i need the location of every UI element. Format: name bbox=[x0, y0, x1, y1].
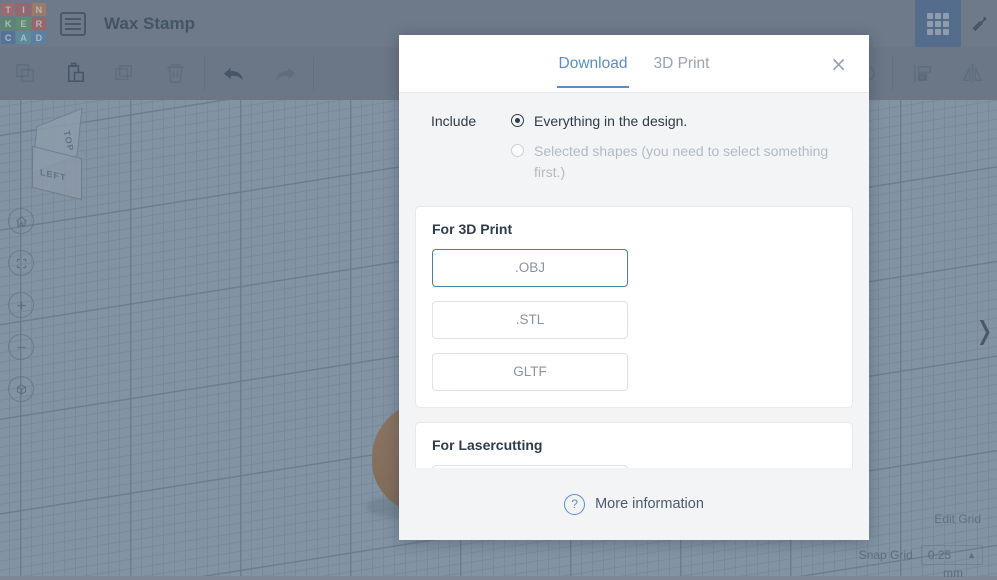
tab-download[interactable]: Download bbox=[557, 39, 630, 88]
radio-label: Selected shapes (you need to select some… bbox=[534, 141, 853, 182]
modal-tab-bar: Download 3D Print × bbox=[399, 35, 869, 93]
download-gltf-button[interactable]: GLTF bbox=[432, 353, 628, 391]
section-title: For 3D Print bbox=[432, 221, 836, 237]
close-icon[interactable]: × bbox=[830, 54, 847, 74]
radio-everything-in-design[interactable]: Everything in the design. bbox=[511, 111, 853, 131]
download-stl-button[interactable]: .STL bbox=[432, 301, 628, 339]
radio-dot-icon bbox=[511, 114, 524, 127]
radio-selected-shapes: Selected shapes (you need to select some… bbox=[511, 141, 853, 182]
download-obj-button[interactable]: .OBJ bbox=[432, 249, 628, 287]
question-circle-icon: ? bbox=[564, 494, 585, 515]
radio-dot-icon bbox=[511, 144, 524, 157]
section-title: For Lasercutting bbox=[432, 437, 836, 453]
modal-footer: ? More information bbox=[399, 468, 869, 540]
include-section: Include Everything in the design. Select… bbox=[415, 111, 853, 192]
include-radio-group: Everything in the design. Selected shape… bbox=[507, 111, 853, 192]
include-label: Include bbox=[431, 111, 507, 192]
section-for-lasercutting: For Lasercutting .SVG bbox=[415, 422, 853, 468]
tab-3d-print[interactable]: 3D Print bbox=[651, 39, 711, 88]
radio-label: Everything in the design. bbox=[534, 111, 687, 131]
modal-body: Include Everything in the design. Select… bbox=[399, 93, 869, 468]
export-modal: Download 3D Print × Include Everything i… bbox=[399, 35, 869, 540]
section-for-3d-print: For 3D Print .OBJ .STL GLTF bbox=[415, 206, 853, 408]
format-button-grid: .OBJ .STL GLTF bbox=[432, 249, 836, 391]
more-information-link[interactable]: More information bbox=[595, 496, 704, 512]
